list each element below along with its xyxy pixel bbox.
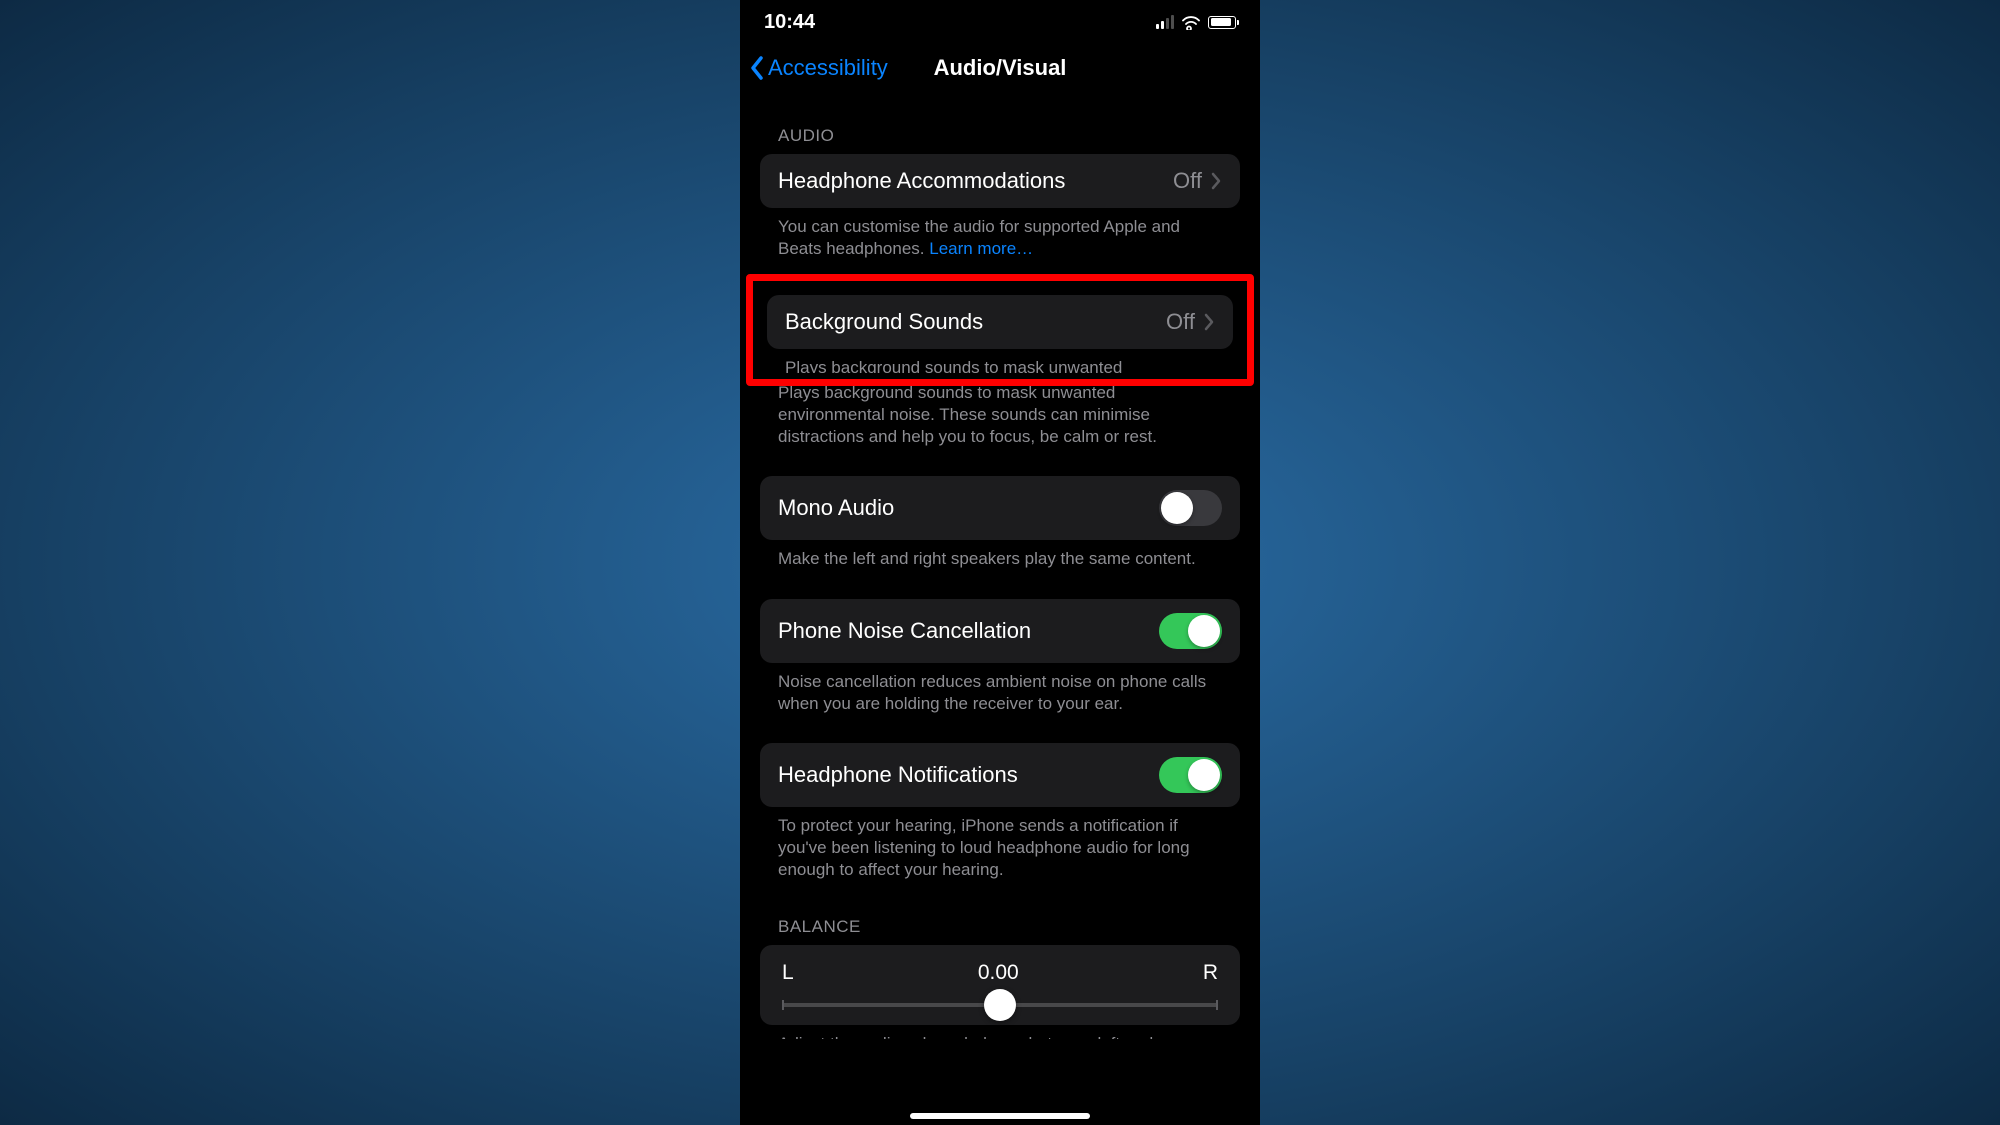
cell-label: Headphone Accommodations bbox=[778, 168, 1065, 194]
status-bar: 10:44 bbox=[740, 0, 1260, 44]
phone-frame: 10:44 Accessibility Audio/Visual AUDIO H… bbox=[740, 0, 1260, 1125]
cell-label: Phone Noise Cancellation bbox=[778, 618, 1031, 644]
chevron-left-icon bbox=[748, 55, 766, 81]
content: AUDIO Headphone Accommodations Off You c… bbox=[740, 126, 1260, 1039]
page-title: Audio/Visual bbox=[934, 55, 1067, 81]
learn-more-link[interactable]: Learn more… bbox=[929, 239, 1033, 258]
row-phone-noise-cancellation: Phone Noise Cancellation bbox=[760, 599, 1240, 663]
balance-slider[interactable] bbox=[782, 1003, 1218, 1007]
cell-label: Headphone Notifications bbox=[778, 762, 1018, 788]
highlight-annotation: Background Sounds Off Plays background s… bbox=[746, 274, 1254, 386]
footer-headphone-accommodations: You can customise the audio for supporte… bbox=[760, 216, 1240, 260]
row-headphone-notifications: Headphone Notifications bbox=[760, 743, 1240, 807]
section-header-balance: BALANCE bbox=[760, 917, 1240, 937]
wifi-icon bbox=[1181, 15, 1201, 30]
footer-balance-partial: Adjust the audio volume balance between … bbox=[760, 1025, 1240, 1039]
toggle-headphone-notifications[interactable] bbox=[1159, 757, 1222, 793]
toggle-phone-noise[interactable] bbox=[1159, 613, 1222, 649]
row-balance: L 0.00 R bbox=[760, 945, 1240, 1025]
slider-thumb[interactable] bbox=[984, 989, 1016, 1021]
toggle-mono-audio[interactable] bbox=[1159, 490, 1222, 526]
nav-bar: Accessibility Audio/Visual bbox=[740, 44, 1260, 92]
back-label: Accessibility bbox=[768, 55, 888, 81]
balance-right-label: R bbox=[1203, 961, 1218, 985]
footer-phone-noise: Noise cancellation reduces ambient noise… bbox=[760, 671, 1240, 715]
back-button[interactable]: Accessibility bbox=[748, 55, 888, 81]
footer-background-sounds: Plays background sounds to mask unwanted… bbox=[760, 382, 1240, 448]
row-background-sounds[interactable]: Background Sounds Off bbox=[767, 295, 1233, 349]
chevron-right-icon bbox=[1203, 313, 1215, 331]
balance-left-label: L bbox=[782, 961, 794, 985]
cell-label: Mono Audio bbox=[778, 495, 894, 521]
cell-label: Background Sounds bbox=[785, 309, 983, 335]
status-icons bbox=[1156, 15, 1236, 30]
status-time: 10:44 bbox=[764, 11, 815, 34]
footer-mono-audio: Make the left and right speakers play th… bbox=[760, 548, 1240, 570]
chevron-right-icon bbox=[1210, 172, 1222, 190]
section-header-audio: AUDIO bbox=[760, 126, 1240, 146]
cell-value: Off bbox=[1173, 168, 1202, 194]
row-headphone-accommodations[interactable]: Headphone Accommodations Off bbox=[760, 154, 1240, 208]
home-indicator[interactable] bbox=[910, 1113, 1090, 1119]
row-mono-audio: Mono Audio bbox=[760, 476, 1240, 540]
cell-value: Off bbox=[1166, 309, 1195, 335]
battery-icon bbox=[1208, 16, 1236, 29]
footer-headphone-notifications: To protect your hearing, iPhone sends a … bbox=[760, 815, 1240, 881]
footer-background-sounds-partial: Plays background sounds to mask unwanted… bbox=[767, 357, 1233, 373]
balance-value: 0.00 bbox=[978, 961, 1019, 985]
cellular-signal-icon bbox=[1156, 15, 1174, 29]
